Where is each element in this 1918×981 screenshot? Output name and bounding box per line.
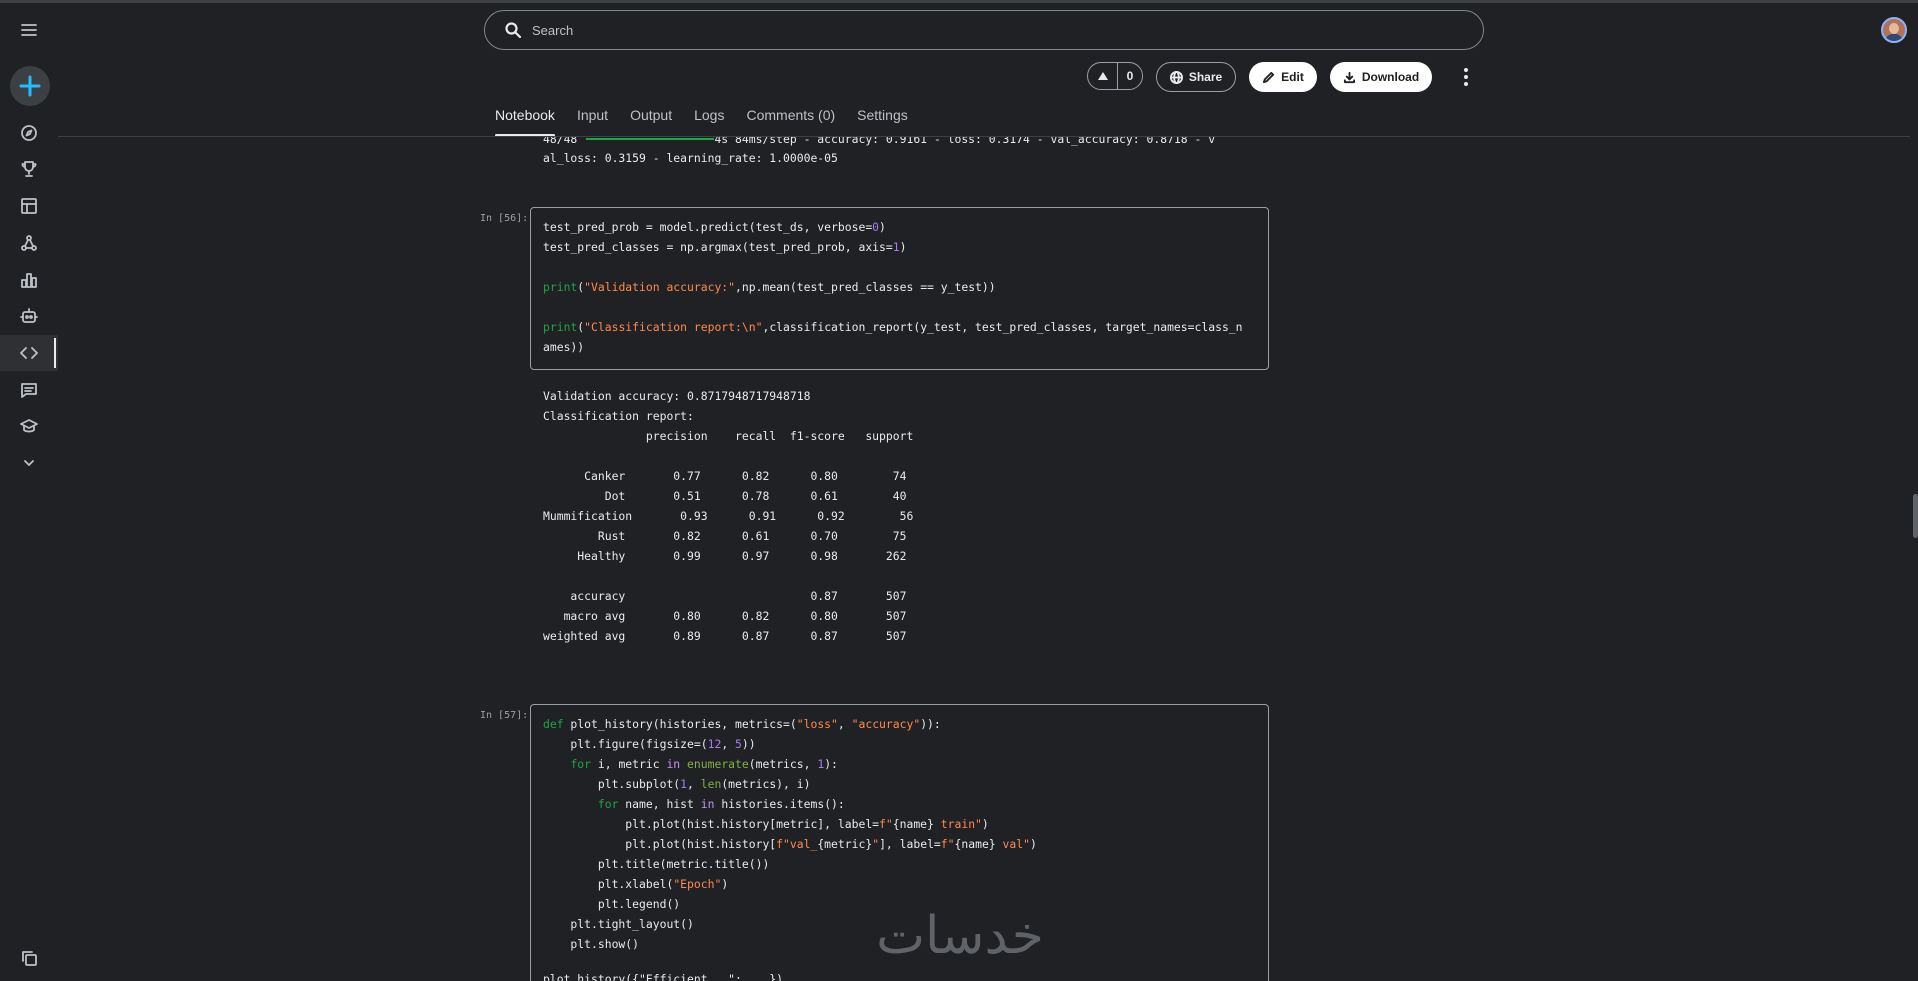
upvote-control[interactable]: 0 bbox=[1087, 62, 1143, 90]
search-icon bbox=[505, 22, 521, 38]
code-line: plot_history({"Efficient...": ...}) bbox=[543, 972, 784, 981]
user-avatar[interactable] bbox=[1881, 17, 1907, 43]
sidebar-item-learn[interactable] bbox=[0, 408, 58, 444]
sidebar-item-games[interactable] bbox=[0, 298, 58, 334]
cell-prompt: In [57]: bbox=[480, 710, 529, 721]
dot-icon bbox=[1464, 75, 1468, 79]
sidebar-item-discussions[interactable] bbox=[0, 372, 58, 408]
robot-icon bbox=[20, 308, 38, 323]
code-line: plt.plot(hist.history[f"val_{metric}"], … bbox=[543, 837, 1037, 851]
output-line: Mummification 0.93 0.91 0.92 56 bbox=[543, 509, 914, 523]
sidebar-item-code[interactable] bbox=[0, 335, 58, 371]
menu-icon bbox=[21, 24, 37, 36]
tab-input[interactable]: Input bbox=[577, 107, 608, 137]
avatar-face bbox=[1889, 23, 1899, 34]
code-line: def plot_history(histories, metrics=("lo… bbox=[543, 717, 941, 731]
tab-settings[interactable]: Settings bbox=[857, 107, 908, 137]
left-sidebar bbox=[0, 3, 58, 981]
tab-notebook[interactable]: Notebook bbox=[495, 107, 555, 137]
output-line: Dot 0.51 0.78 0.61 40 bbox=[543, 489, 907, 503]
comment-icon bbox=[21, 383, 37, 398]
progress-bar bbox=[586, 138, 714, 140]
notebook-content: 48/48 4s 84ms/step - accuracy: 0.9161 - … bbox=[58, 137, 1910, 981]
menu-button[interactable] bbox=[0, 12, 58, 48]
code-line: plt.title(metric.title()) bbox=[543, 857, 770, 871]
code-line: plt.tight_layout() bbox=[543, 917, 694, 931]
create-button[interactable] bbox=[10, 66, 50, 106]
output-line: Classification report: bbox=[543, 409, 694, 423]
watermark-text: خدسات bbox=[876, 906, 1044, 965]
code-line: print("Validation accuracy:",np.mean(tes… bbox=[543, 280, 996, 294]
table-icon bbox=[21, 198, 37, 214]
share-button[interactable]: Share bbox=[1156, 62, 1236, 92]
edit-label: Edit bbox=[1281, 70, 1304, 84]
code-line: ames)) bbox=[543, 340, 585, 354]
scrollbar-thumb[interactable] bbox=[1913, 494, 1918, 538]
share-label: Share bbox=[1188, 70, 1223, 84]
triangle-up-icon bbox=[1097, 72, 1108, 80]
download-button[interactable]: Download bbox=[1330, 62, 1432, 92]
plus-icon bbox=[19, 75, 41, 97]
sidebar-item-more[interactable] bbox=[0, 445, 58, 481]
sidebar-item-benchmarks[interactable] bbox=[0, 262, 58, 298]
pencil-icon bbox=[1263, 71, 1275, 83]
code-line: test_pred_prob = model.predict(test_ds, … bbox=[543, 220, 886, 234]
code-line: plt.show() bbox=[543, 937, 640, 951]
school-icon bbox=[20, 419, 38, 433]
dot-icon bbox=[1464, 82, 1468, 86]
output-line: Validation accuracy: 0.8717948717948718 bbox=[543, 389, 811, 403]
code-line: plt.legend() bbox=[543, 897, 681, 911]
code-line: plt.subplot(1, len(metrics), i) bbox=[543, 777, 811, 791]
output-line: Rust 0.82 0.61 0.70 75 bbox=[543, 529, 907, 543]
code-line: print("Classification report:\n",classif… bbox=[543, 320, 1243, 334]
copy-icon bbox=[22, 951, 37, 966]
code-icon bbox=[20, 347, 38, 359]
code-line: test_pred_classes = np.argmax(test_pred_… bbox=[543, 240, 907, 254]
output-line: accuracy 0.87 507 bbox=[543, 589, 907, 603]
edit-button[interactable]: Edit bbox=[1249, 62, 1317, 92]
output-line: weighted avg 0.89 0.87 0.87 507 bbox=[543, 629, 907, 643]
compass-icon bbox=[21, 125, 37, 141]
vote-count: 0 bbox=[1126, 69, 1134, 83]
notebook-tabs: Notebook Input Output Logs Comments (0) … bbox=[495, 107, 930, 137]
sidebar-item-models[interactable] bbox=[0, 225, 58, 261]
code-line: plt.figure(figsize=(12, 5)) bbox=[543, 737, 756, 751]
cell-prompt: In [56]: bbox=[480, 213, 529, 224]
tab-output[interactable]: Output bbox=[630, 107, 672, 137]
output-line: precision recall f1-score support bbox=[543, 429, 914, 443]
search-input[interactable] bbox=[532, 22, 1432, 38]
download-icon bbox=[1343, 71, 1355, 83]
dot-icon bbox=[1464, 68, 1468, 72]
output-line: Healthy 0.99 0.97 0.98 262 bbox=[543, 549, 907, 563]
tab-comments[interactable]: Comments (0) bbox=[746, 107, 835, 137]
more-options-button[interactable] bbox=[1458, 62, 1474, 92]
code-line: plt.xlabel("Epoch") bbox=[543, 877, 729, 891]
code-line: for i, metric in enumerate(metrics, 1): bbox=[570, 757, 838, 771]
sidebar-item-datasets[interactable] bbox=[0, 188, 58, 224]
globe-icon bbox=[1169, 70, 1183, 84]
upvote-button[interactable] bbox=[1088, 63, 1118, 89]
training-log-line: al_loss: 0.3159 - learning_rate: 1.0000e… bbox=[543, 151, 838, 165]
download-label: Download bbox=[1361, 70, 1420, 84]
trophy-icon bbox=[21, 161, 37, 177]
output-line: macro avg 0.80 0.82 0.80 507 bbox=[543, 609, 907, 623]
output-line: Canker 0.77 0.82 0.80 74 bbox=[543, 469, 907, 483]
sidebar-item-explore[interactable] bbox=[0, 115, 58, 151]
code-line: plt.plot(hist.history[metric], label=f"{… bbox=[543, 817, 989, 831]
avatar-body bbox=[1885, 34, 1903, 41]
watermark-logo: خدسات bbox=[840, 905, 1080, 966]
code-line: for name, hist in histories.items(): bbox=[597, 797, 845, 811]
models-icon bbox=[21, 235, 37, 251]
tab-logs[interactable]: Logs bbox=[694, 107, 724, 137]
search-bar[interactable] bbox=[484, 10, 1484, 50]
chevron-down-icon bbox=[24, 460, 34, 466]
sidebar-item-competitions[interactable] bbox=[0, 151, 58, 187]
sidebar-item-your-work[interactable] bbox=[0, 940, 58, 976]
chart-icon bbox=[21, 273, 37, 288]
top-divider bbox=[0, 0, 1918, 3]
